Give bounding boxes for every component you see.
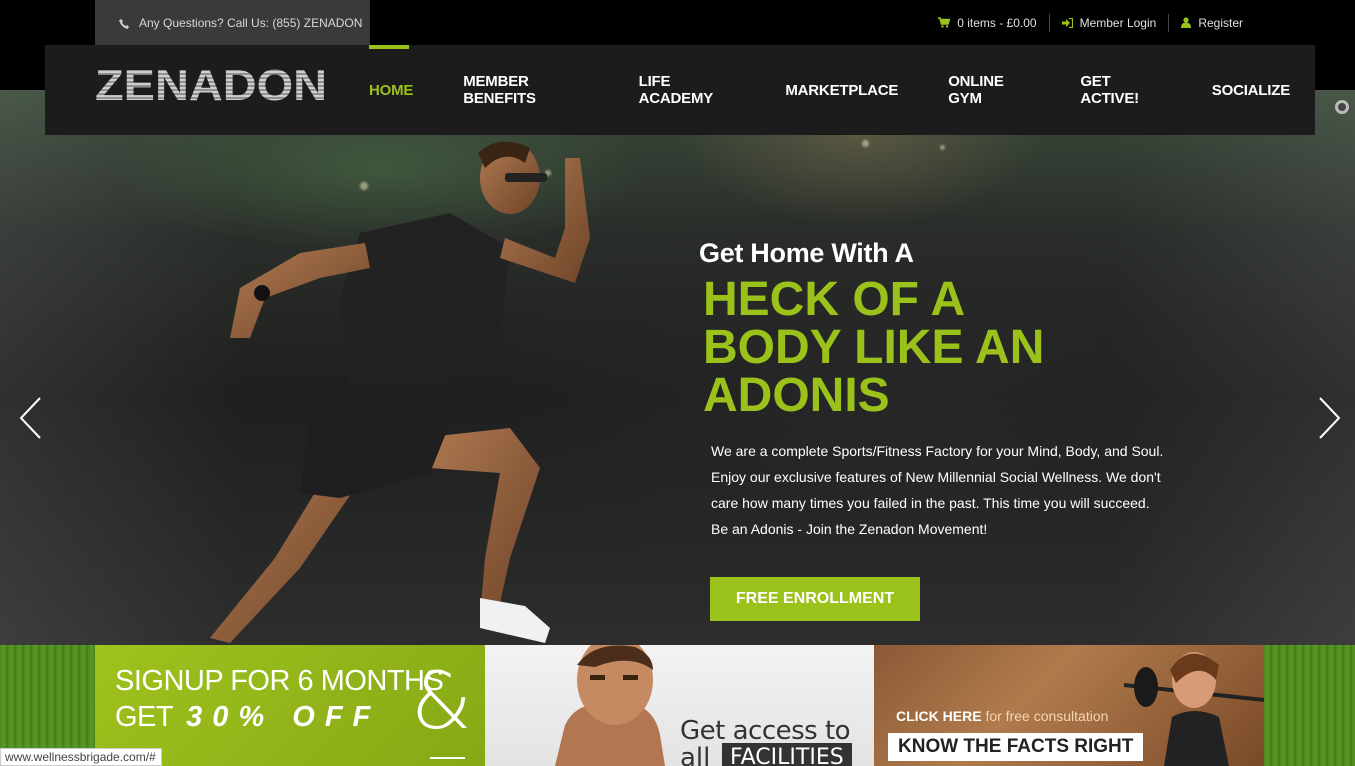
signup-line1: SIGNUP FOR 6 MONTHS bbox=[115, 665, 444, 697]
nav-socialize[interactable]: SOCIALIZE bbox=[1187, 45, 1315, 135]
headline-line: BODY LIKE AN bbox=[703, 321, 1045, 374]
consultation-text: for free consultation bbox=[981, 708, 1109, 724]
member-login-link[interactable]: Member Login bbox=[1050, 14, 1169, 32]
cart-icon bbox=[938, 17, 951, 28]
hero-description: We are a complete Sports/Fitness Factory… bbox=[711, 438, 1201, 542]
consultation-banner[interactable]: CLICK HERE for free consultation KNOW TH… bbox=[874, 645, 1264, 766]
description-line: Enjoy our exclusive features of New Mill… bbox=[711, 469, 1161, 485]
hero-subtitle: Get Home With A bbox=[699, 238, 914, 268]
headline-line: ADONIS bbox=[703, 369, 890, 422]
facilities-all: all bbox=[680, 743, 711, 766]
top-links: 0 items - £0.00 Member Login Register bbox=[926, 0, 1255, 45]
description-line: Be an Adonis - Join the Zenadon Movement… bbox=[711, 521, 988, 537]
slider-prev-arrow-icon[interactable] bbox=[18, 396, 44, 440]
click-here: CLICK HERE bbox=[896, 708, 982, 724]
nav-life-academy[interactable]: LIFE ACADEMY bbox=[614, 45, 761, 135]
slider-loader-icon bbox=[1335, 100, 1349, 114]
phone-text: Any Questions? Call Us: (855) ZENADON bbox=[139, 15, 363, 30]
description-line: care how many times you failed in the pa… bbox=[711, 495, 1150, 511]
divider bbox=[430, 757, 465, 759]
member-login-label: Member Login bbox=[1079, 15, 1157, 30]
nav-home[interactable]: HOME bbox=[369, 45, 438, 135]
signup-offer: 30% OFF bbox=[186, 701, 381, 733]
facilities-banner[interactable]: Get access to all FACILITIES bbox=[485, 645, 874, 766]
register-label: Register bbox=[1198, 15, 1243, 30]
nav-marketplace[interactable]: MARKETPLACE bbox=[760, 45, 923, 135]
nav-online-gym[interactable]: ONLINE GYM bbox=[923, 45, 1055, 135]
nav-member-benefits[interactable]: MEMBER BENEFITS bbox=[438, 45, 613, 135]
woman-lifting-image bbox=[1124, 652, 1264, 766]
zenadon-logo[interactable]: ZENADON bbox=[95, 63, 327, 103]
page: Any Questions? Call Us: (855) ZENADON 0 … bbox=[0, 0, 1355, 766]
user-icon bbox=[1181, 17, 1192, 28]
signup-line2: GET 30% OFF bbox=[115, 701, 380, 734]
phone-box: Any Questions? Call Us: (855) ZENADON bbox=[95, 0, 370, 45]
facilities-highlight: FACILITIES bbox=[722, 743, 852, 766]
hero-headline: HECK OF A BODY LIKE AN ADONIS bbox=[703, 276, 1183, 420]
runner-image bbox=[210, 141, 590, 643]
know-facts-label: KNOW THE FACTS RIGHT bbox=[888, 733, 1144, 761]
register-link[interactable]: Register bbox=[1169, 14, 1255, 32]
facilities-line1: Get access to bbox=[680, 716, 851, 746]
phone-icon bbox=[119, 18, 129, 29]
cart-text: 0 items - £0.00 bbox=[957, 15, 1037, 30]
description-line: We are a complete Sports/Fitness Factory… bbox=[711, 443, 1164, 459]
browser-status-url: www.wellnessbrigade.com/# bbox=[0, 748, 162, 766]
cart-link[interactable]: 0 items - £0.00 bbox=[926, 14, 1048, 32]
logo-text: ZENADON bbox=[95, 63, 327, 103]
bokeh-light bbox=[862, 140, 869, 147]
signup-get: GET bbox=[115, 701, 173, 733]
free-enrollment-button[interactable]: FREE ENROLLMENT bbox=[710, 577, 920, 621]
bokeh-light bbox=[940, 145, 945, 150]
consultation-cta[interactable]: CLICK HERE for free consultation bbox=[896, 708, 1108, 724]
primary-nav: HOME MEMBER BENEFITS LIFE ACADEMY MARKET… bbox=[369, 45, 1315, 135]
sign-in-icon bbox=[1061, 17, 1073, 28]
nav-get-active[interactable]: GET ACTIVE! bbox=[1055, 45, 1186, 135]
main-navbar: ZENADON HOME MEMBER BENEFITS LIFE ACADEM… bbox=[45, 45, 1315, 135]
top-bar: Any Questions? Call Us: (855) ZENADON 0 … bbox=[0, 0, 1355, 45]
slider-next-arrow-icon[interactable] bbox=[1316, 396, 1342, 440]
headline-line: HECK OF A bbox=[703, 273, 966, 326]
ampersand: & bbox=[411, 657, 472, 747]
man-portrait-image bbox=[555, 645, 665, 766]
